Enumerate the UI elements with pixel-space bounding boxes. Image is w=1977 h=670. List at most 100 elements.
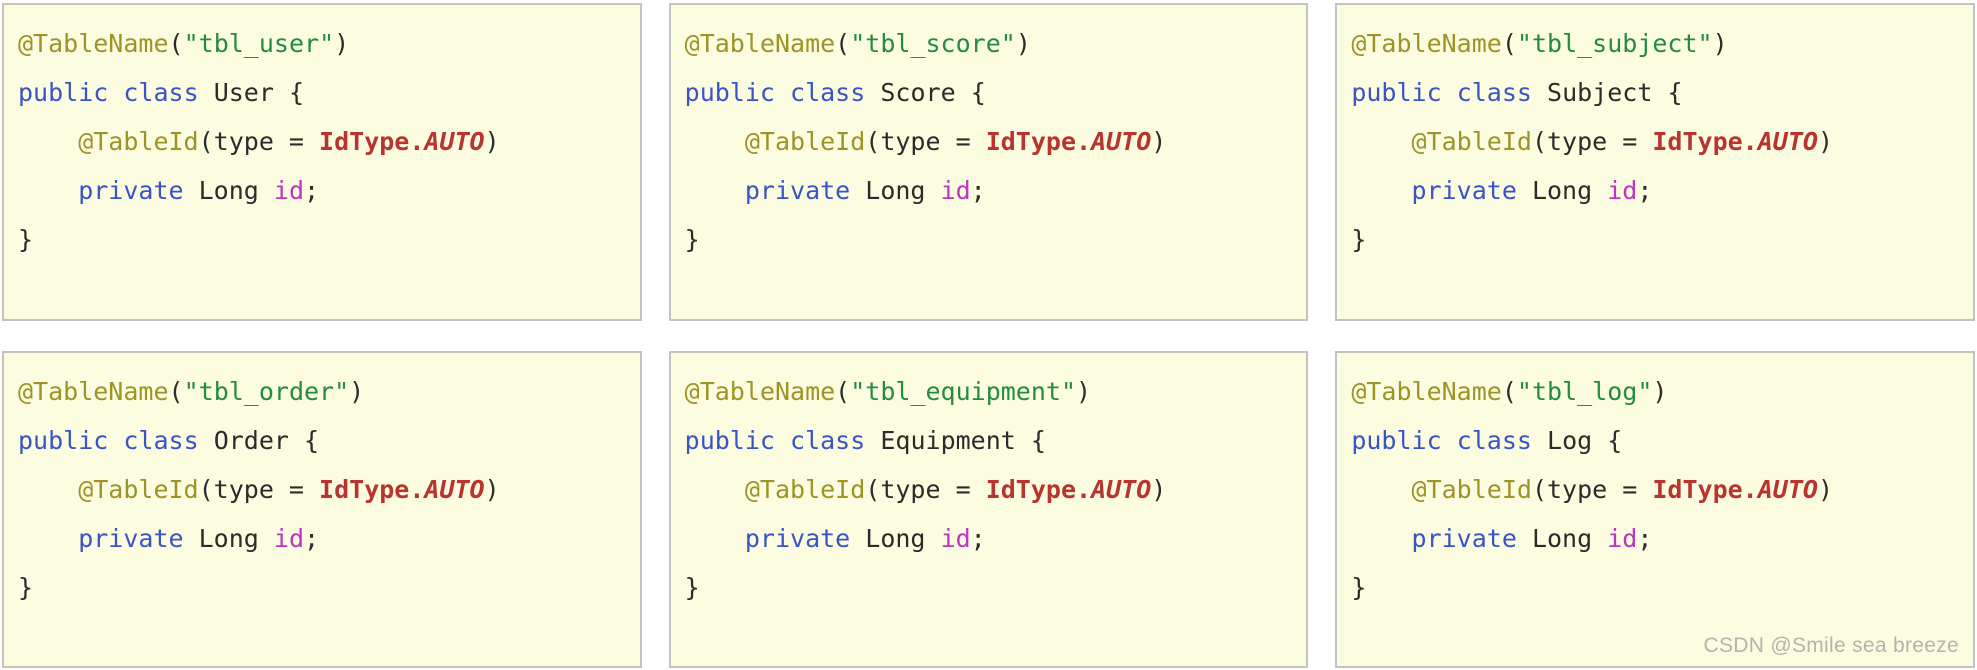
annotation-tablename: @TableName (18, 29, 169, 58)
code-line-tablename: @TableName("tbl_subject") (1351, 19, 1973, 68)
open-brace: { (1030, 425, 1046, 455)
annotation-tableid: @TableId (744, 474, 866, 504)
annotation-tableid: @TableId (78, 127, 199, 156)
code-line-class-decl: public class Score { (685, 68, 1307, 117)
idtype-literal: IdType. (319, 127, 425, 156)
code-line-class-decl: public class User { (18, 68, 640, 117)
class-name-value: Equipment (880, 425, 1016, 455)
field-name: id (940, 176, 971, 205)
idtype-auto-literal: AUTO (1757, 127, 1818, 156)
field-type: Long (198, 523, 259, 553)
keyword-public: public (1351, 78, 1442, 107)
open-brace: { (1667, 78, 1683, 107)
keyword-class: class (790, 425, 866, 455)
code-line-close-brace: } (1351, 563, 1973, 612)
semicolon: ; (304, 523, 320, 553)
keyword-public: public (1351, 425, 1442, 455)
annotation-tablename: @TableName (684, 29, 836, 58)
idtype-literal: IdType. (985, 127, 1092, 156)
idtype-literal: IdType. (985, 474, 1092, 504)
open-paren: ( (168, 29, 184, 58)
close-paren: ) (484, 474, 500, 504)
semicolon: ; (970, 176, 986, 205)
class-name-value: Log (1547, 425, 1593, 455)
quote-close: " (334, 376, 350, 406)
close-paren: ) (1712, 29, 1728, 58)
class-name-value: Subject (1547, 78, 1653, 107)
semicolon: ; (1637, 523, 1653, 553)
code-line-class-decl: public class Equipment { (685, 416, 1307, 465)
code-line-tablename: @TableName("tbl_log") (1351, 367, 1973, 416)
quote-open: " (850, 376, 866, 406)
keyword-private: private (744, 176, 851, 205)
semicolon: ; (304, 176, 320, 205)
code-line-tableid: @TableId(type = IdType.AUTO) (1351, 117, 1973, 166)
keyword-private: private (1411, 176, 1517, 205)
code-panel-order: @TableName("tbl_order") public class Ord… (2, 350, 642, 668)
keyword-public: public (684, 425, 775, 455)
close-paren: ) (1076, 376, 1092, 406)
open-paren: ( (835, 376, 851, 406)
keyword-private: private (1411, 523, 1517, 553)
code-line-tableid: @TableId(type = IdType.AUTO) (18, 117, 640, 166)
open-paren: ( (835, 29, 851, 58)
close-brace: } (18, 572, 34, 602)
close-brace: } (684, 572, 700, 602)
csdn-watermark: CSDN @Smile sea breeze (1703, 634, 1959, 657)
field-type: Long (1531, 523, 1593, 553)
keyword-class: class (123, 78, 199, 107)
code-line-close-brace: } (1351, 215, 1973, 264)
keyword-public: public (18, 425, 109, 455)
code-panel-log: @TableName("tbl_log") public class Log {… (1335, 350, 1975, 668)
idtype-literal: IdType. (1652, 474, 1758, 504)
close-paren: ) (1817, 127, 1834, 156)
quote-open: " (1516, 376, 1532, 406)
close-brace: } (18, 225, 34, 254)
open-brace: { (1607, 425, 1623, 455)
annotation-tablename: @TableName (684, 376, 836, 406)
field-type: Long (1531, 176, 1593, 205)
quote-open: " (183, 29, 199, 58)
keyword-class: class (1456, 425, 1532, 455)
class-name-value: Score (880, 78, 956, 107)
tableid-args-prefix: (type = (865, 127, 986, 156)
field-type: Long (865, 523, 926, 553)
quote-open: " (183, 376, 199, 406)
close-paren: ) (484, 127, 500, 156)
tableid-args-prefix: (type = (865, 474, 986, 504)
open-paren: ( (1501, 376, 1517, 406)
tableid-args-prefix: (type = (198, 474, 320, 504)
code-line-field: private Long id; (685, 514, 1307, 563)
idtype-auto-literal: AUTO (1091, 474, 1152, 504)
code-panel-equipment: @TableName("tbl_equipment") public class… (668, 350, 1309, 668)
close-paren: ) (1151, 474, 1167, 504)
annotation-tablename: @TableName (1351, 376, 1502, 406)
close-brace: } (1351, 572, 1367, 602)
tableid-args-prefix: (type = (1531, 127, 1653, 156)
table-name-value: tbl_equipment (865, 376, 1061, 406)
close-paren: ) (334, 29, 350, 58)
code-line-field: private Long id; (18, 514, 640, 563)
keyword-class: class (123, 425, 199, 455)
code-snippet-grid: @TableName("tbl_user") public class User… (0, 0, 1977, 670)
annotation-tablename: @TableName (18, 376, 169, 406)
